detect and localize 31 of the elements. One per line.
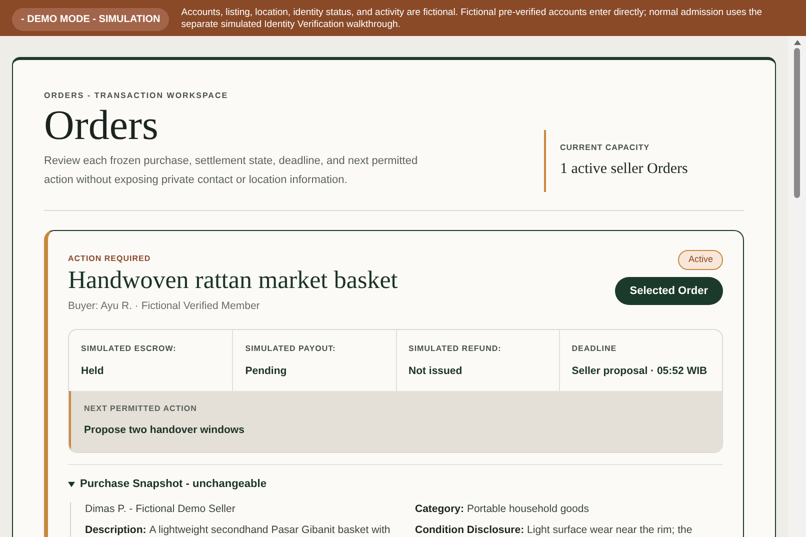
next-action-label: NEXT PERMITTED ACTION [84, 402, 198, 414]
page-description: Review each frozen purchase, settlement state, deadline, and next permitted action without exposing private contact or location information. [44, 154, 419, 188]
scrollbar-thumb[interactable] [794, 48, 800, 198]
snapshot-field: Description: A lightweight secondhand Pasar Gibanit basket with [85, 522, 393, 537]
summary-value: Pending [245, 364, 288, 379]
action-required-label: ACTION REQUIRED [68, 253, 152, 265]
caret-down-icon [68, 481, 75, 488]
demo-mode-badge: - DEMO MODE - SIMULATION [12, 8, 170, 31]
selected-order-button[interactable]: Selected Order [614, 276, 723, 305]
summary-label: SIMULATED REFUND: [408, 342, 502, 355]
summary-label: SIMULATED PAYOUT: [245, 342, 337, 355]
summary-label: SIMULATED ESCROW: [81, 342, 178, 355]
capacity-label: CURRENT CAPACITY [560, 142, 651, 154]
capacity-value: 1 active seller Orders [560, 160, 689, 178]
scrollbar[interactable] [788, 36, 806, 537]
order-title: Handwoven rattan market basket [68, 266, 398, 296]
snapshot-toggle[interactable]: Purchase Snapshot - unchangeable [68, 476, 266, 493]
summary-value: Not issued [408, 364, 464, 379]
section-eyebrow: ORDERS - TRANSACTION WORKSPACE [44, 90, 230, 102]
buyer-info: Buyer: Ayu R. · Fictional Verified Member [68, 299, 261, 314]
status-badge: Active [678, 250, 723, 270]
summary-value: Seller proposal · 05:52 WIB [572, 364, 708, 379]
banner-text: Accounts, listing, location, identity status, and activity are fictional. Fictional pre-verified accounts enter directly; normal admission uses the separate simulated Identity Verification walkthrough. [181, 7, 764, 31]
scroll-up-icon[interactable] [794, 40, 800, 45]
summary-label: DEADLINE [572, 342, 618, 355]
snapshot-field: Category: Portable household goods [415, 502, 723, 518]
snapshot-field: Condition Disclosure: Light surface wear near the rim; the [415, 522, 723, 537]
next-action-value: Propose two handover windows [84, 422, 246, 438]
snapshot-field: Dimas P. - Fictional Demo Seller [85, 502, 393, 518]
summary-value: Held [81, 364, 105, 379]
page-title: Orders [44, 102, 160, 150]
